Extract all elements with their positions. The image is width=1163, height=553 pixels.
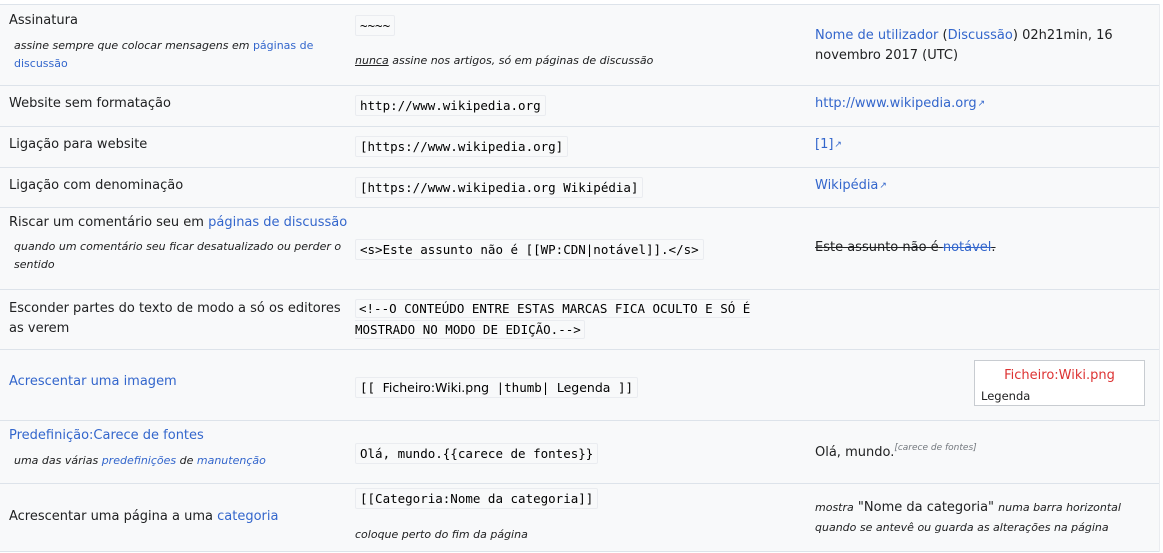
row-label: Riscar um comentário seu em páginas de d… (9, 213, 349, 233)
wiki-markup-table: Assinatura assine sempre que colocar men… (0, 4, 1160, 552)
image-thumbnail: Ficheiro:Wiki.png Legenda (974, 360, 1145, 406)
table-row: Ligação com denominação [https://www.wik… (0, 167, 1159, 207)
row-note: uma das várias predefinições de manutenç… (9, 452, 349, 470)
row-label-text: Riscar um comentário seu em (9, 215, 204, 230)
code-snippet: <!--O CONTEÚDO ENTRE ESTAS MARCAS FICA O… (355, 299, 751, 339)
table-row: Acrescentar uma imagem [[ Ficheiro:Wiki.… (0, 349, 1159, 420)
result-cell: [1] (815, 137, 1155, 152)
code-cell: ~~~~ nunca assine nos artigos, só em pág… (355, 15, 805, 67)
code-note: nunca assine nos artigos, só em páginas … (355, 54, 805, 67)
add-image-link[interactable]: Acrescentar uma imagem (9, 374, 177, 389)
result-cell: mostra "Nome da categoria" numa barra ho… (815, 498, 1135, 538)
row-label: Website sem formatação (9, 96, 171, 111)
external-link[interactable]: Wikipédia (815, 178, 887, 193)
row-label: Ligação com denominação (9, 178, 184, 193)
row-label: Ligação para website (9, 137, 148, 152)
code-cell: [[Categoria:Nome da categoria]] coloque … (355, 488, 805, 541)
struck-text-end: . (991, 240, 996, 255)
code-snippet: [[ Ficheiro:Wiki.png |thumb| Legenda ]] (355, 377, 639, 398)
table-row: Assinatura assine sempre que colocar men… (0, 4, 1159, 85)
row-label-cell: Predefinição:Carece de fontes uma das vá… (9, 426, 349, 470)
row-note: quando um comentário seu ficar desatuali… (14, 240, 342, 271)
category-name: "Nome da categoria" (857, 500, 995, 515)
category-link[interactable]: categoria (217, 509, 278, 524)
code-filename: Ficheiro:Wiki.png (382, 380, 490, 395)
code-open: [[ (360, 380, 376, 395)
external-link[interactable]: [1] (815, 137, 842, 152)
row-label-cell: Assinatura assine sempre que colocar men… (9, 11, 349, 73)
result-cell: Wikipédia (815, 178, 1155, 193)
row-label-text: Acrescentar uma página a uma (9, 509, 213, 524)
row-label: Acrescentar uma página a uma categoria (9, 509, 349, 524)
row-note: assine sempre que colocar mensagens em p… (9, 37, 349, 73)
note-text: de (179, 454, 194, 467)
username-link[interactable]: Nome de utilizador (815, 28, 938, 43)
thumbnail-caption: Legenda (981, 389, 1031, 403)
code-sep: | (541, 380, 550, 395)
external-link[interactable]: http://www.wikipedia.org (815, 96, 985, 111)
code-cell: <s>Este assunto não é [[WP:CDN|notável]]… (355, 239, 805, 260)
result-cell: Este assunto não é notável. (815, 240, 1155, 255)
code-snippet: [[Categoria:Nome da categoria]] (355, 488, 599, 509)
table-row: Predefinição:Carece de fontes uma das vá… (0, 420, 1159, 483)
code-sep: | (496, 380, 505, 395)
code-snippet: <s>Este assunto não é [[WP:CDN|notável]]… (355, 239, 704, 260)
code-note-emphasis: nunca (355, 54, 389, 67)
code-cell: [[ Ficheiro:Wiki.png |thumb| Legenda ]] (355, 377, 805, 398)
user-talk-link[interactable]: Discussão (948, 28, 1013, 43)
code-snippet: Olá, mundo.{{carece de fontes}} (355, 443, 599, 464)
note-text: uma das várias (14, 454, 99, 467)
row-label: Esconder partes do texto de modo a só os… (9, 301, 341, 336)
code-note: coloque perto do fim da página (355, 528, 528, 541)
result-note: mostra (815, 501, 854, 514)
table-row: Esconder partes do texto de modo a só os… (0, 289, 1159, 349)
result-cell: Olá, mundo.[carece de fontes] (815, 443, 1155, 460)
template-link[interactable]: Predefinição:Carece de fontes (9, 428, 204, 443)
struck-text-part: Este assunto não é (815, 240, 939, 255)
paren-close: ) (1012, 28, 1018, 43)
struck-text: Este assunto não é notável. (815, 240, 996, 255)
row-label: Assinatura (9, 13, 78, 28)
templates-link[interactable]: predefinições (102, 454, 176, 467)
code-snippet: [https://www.wikipedia.org] (355, 136, 569, 157)
code-cell: <!--O CONTEÚDO ENTRE ESTAS MARCAS FICA O… (355, 299, 785, 341)
table-row: Website sem formatação http://www.wikipe… (0, 85, 1159, 126)
code-cell: Olá, mundo.{{carece de fontes}} (355, 443, 805, 464)
code-snippet: ~~~~ (355, 15, 396, 36)
code-note-text: assine nos artigos, só em páginas de dis… (392, 54, 654, 67)
notable-link[interactable]: notável (943, 240, 992, 255)
row-label-cell: Acrescentar uma imagem (9, 374, 349, 389)
table-row: Acrescentar uma página a uma categoria [… (0, 483, 1159, 552)
talk-pages-link[interactable]: páginas de discussão (208, 215, 347, 230)
maintenance-link[interactable]: manutenção (197, 454, 266, 467)
code-snippet: http://www.wikipedia.org (355, 95, 546, 116)
citation-needed-tag[interactable]: [carece de fontes] (894, 443, 976, 453)
result-text: Olá, mundo. (815, 445, 895, 460)
code-cell: [https://www.wikipedia.org Wikipédia] (355, 177, 805, 198)
missing-file-link[interactable]: Ficheiro:Wiki.png (975, 368, 1144, 383)
result-cell: Nome de utilizador (Discussão) 02h21min,… (815, 26, 1155, 66)
row-label-cell: Riscar um comentário seu em páginas de d… (9, 213, 349, 274)
result-cell: http://www.wikipedia.org (815, 96, 1155, 111)
code-snippet: [https://www.wikipedia.org Wikipédia] (355, 177, 644, 198)
note-text: assine sempre que colocar mensagens em (14, 39, 250, 52)
code-thumb: thumb (504, 380, 542, 395)
table-row: Riscar um comentário seu em páginas de d… (0, 207, 1159, 289)
code-cell: http://www.wikipedia.org (355, 95, 805, 116)
code-caption: Legenda (556, 380, 611, 395)
table-row: Ligação para website [https://www.wikipe… (0, 126, 1159, 167)
code-close: ]] (617, 380, 634, 395)
code-cell: [https://www.wikipedia.org] (355, 136, 805, 157)
